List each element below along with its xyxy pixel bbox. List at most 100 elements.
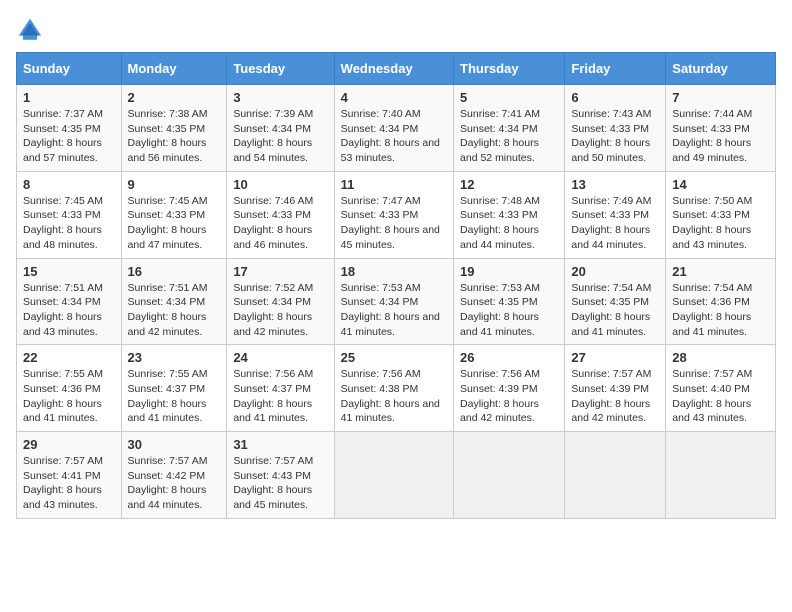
- cell-info: Sunrise: 7:56 AMSunset: 4:38 PMDaylight:…: [341, 367, 447, 426]
- cell-info: Sunrise: 7:57 AMSunset: 4:43 PMDaylight:…: [233, 454, 327, 513]
- day-number: 12: [460, 177, 558, 192]
- week-row-4: 22 Sunrise: 7:55 AMSunset: 4:36 PMDayligh…: [17, 345, 776, 432]
- day-number: 30: [128, 437, 221, 452]
- cell-info: Sunrise: 7:45 AMSunset: 4:33 PMDaylight:…: [128, 194, 221, 253]
- day-number: 3: [233, 90, 327, 105]
- calendar-cell: 4Sunrise: 7:40 AMSunset: 4:34 PMDaylight…: [334, 85, 453, 172]
- cell-info: Sunrise: 7:47 AMSunset: 4:33 PMDaylight:…: [341, 194, 447, 253]
- day-number: 13: [571, 177, 659, 192]
- cell-info: Sunrise: 7:57 AMSunset: 4:39 PMDaylight:…: [571, 367, 659, 426]
- cell-info: Sunrise: 7:55 AMSunset: 4:36 PMDaylight:…: [23, 367, 115, 426]
- day-number: 25: [341, 350, 447, 365]
- day-number: 1: [23, 90, 115, 105]
- cell-info: Sunrise: 7:56 AMSunset: 4:37 PMDaylight:…: [233, 367, 327, 426]
- day-number: 22: [23, 350, 115, 365]
- day-number: 20: [571, 264, 659, 279]
- week-row-1: 1 Sunrise: 7:37 AMSunset: 4:35 PMDaylight…: [17, 85, 776, 172]
- day-number: 7: [672, 90, 769, 105]
- calendar-cell: 11 Sunrise: 7:47 AMSunset: 4:33 PMDayligh…: [334, 171, 453, 258]
- day-number: 2: [128, 90, 221, 105]
- cell-info: Sunrise: 7:39 AMSunset: 4:34 PMDaylight:…: [233, 107, 327, 166]
- calendar-cell: 23Sunrise: 7:55 AMSunset: 4:37 PMDayligh…: [121, 345, 227, 432]
- header-day-thursday: Thursday: [454, 53, 565, 85]
- calendar-cell: 29 Sunrise: 7:57 AMSunset: 4:41 PMDayligh…: [17, 432, 122, 519]
- calendar-cell: 1 Sunrise: 7:37 AMSunset: 4:35 PMDaylight…: [17, 85, 122, 172]
- cell-info: Sunrise: 7:46 AMSunset: 4:33 PMDaylight:…: [233, 194, 327, 253]
- day-number: 8: [23, 177, 115, 192]
- header-day-sunday: Sunday: [17, 53, 122, 85]
- cell-info: Sunrise: 7:41 AMSunset: 4:34 PMDaylight:…: [460, 107, 558, 166]
- logo-icon: [16, 16, 44, 44]
- header: [16, 16, 776, 44]
- calendar-cell: 18 Sunrise: 7:53 AMSunset: 4:34 PMDayligh…: [334, 258, 453, 345]
- cell-info: Sunrise: 7:53 AMSunset: 4:34 PMDaylight:…: [341, 281, 447, 340]
- day-number: 17: [233, 264, 327, 279]
- day-number: 26: [460, 350, 558, 365]
- calendar-cell: 19 Sunrise: 7:53 AMSunset: 4:35 PMDayligh…: [454, 258, 565, 345]
- day-number: 10: [233, 177, 327, 192]
- cell-info: Sunrise: 7:53 AMSunset: 4:35 PMDaylight:…: [460, 281, 558, 340]
- cell-info: Sunrise: 7:38 AMSunset: 4:35 PMDaylight:…: [128, 107, 221, 166]
- calendar-cell: 28 Sunrise: 7:57 AMSunset: 4:40 PMDayligh…: [666, 345, 776, 432]
- header-day-friday: Friday: [565, 53, 666, 85]
- calendar-cell: 16 Sunrise: 7:51 AMSunset: 4:34 PMDayligh…: [121, 258, 227, 345]
- day-number: 29: [23, 437, 115, 452]
- calendar-cell: 13Sunrise: 7:49 AMSunset: 4:33 PMDayligh…: [565, 171, 666, 258]
- day-number: 18: [341, 264, 447, 279]
- day-number: 4: [341, 90, 447, 105]
- calendar-cell: 9 Sunrise: 7:45 AMSunset: 4:33 PMDaylight…: [121, 171, 227, 258]
- calendar-cell: 21 Sunrise: 7:54 AMSunset: 4:36 PMDayligh…: [666, 258, 776, 345]
- calendar-cell: 20 Sunrise: 7:54 AMSunset: 4:35 PMDayligh…: [565, 258, 666, 345]
- calendar-body: 1 Sunrise: 7:37 AMSunset: 4:35 PMDaylight…: [17, 85, 776, 519]
- header-day-tuesday: Tuesday: [227, 53, 334, 85]
- day-number: 11: [341, 177, 447, 192]
- cell-info: Sunrise: 7:56 AMSunset: 4:39 PMDaylight:…: [460, 367, 558, 426]
- calendar-cell: 31 Sunrise: 7:57 AMSunset: 4:43 PMDayligh…: [227, 432, 334, 519]
- cell-info: Sunrise: 7:55 AMSunset: 4:37 PMDaylight:…: [128, 367, 221, 426]
- cell-info: Sunrise: 7:52 AMSunset: 4:34 PMDaylight:…: [233, 281, 327, 340]
- day-number: 31: [233, 437, 327, 452]
- day-number: 6: [571, 90, 659, 105]
- day-number: 21: [672, 264, 769, 279]
- calendar-header: SundayMondayTuesdayWednesdayThursdayFrid…: [17, 53, 776, 85]
- calendar-cell: 15 Sunrise: 7:51 AMSunset: 4:34 PMDayligh…: [17, 258, 122, 345]
- calendar-cell: 30Sunrise: 7:57 AMSunset: 4:42 PMDayligh…: [121, 432, 227, 519]
- calendar-cell: 25 Sunrise: 7:56 AMSunset: 4:38 PMDayligh…: [334, 345, 453, 432]
- day-number: 9: [128, 177, 221, 192]
- logo: [16, 16, 48, 44]
- day-number: 14: [672, 177, 769, 192]
- calendar-cell: 3 Sunrise: 7:39 AMSunset: 4:34 PMDaylight…: [227, 85, 334, 172]
- calendar-cell: 17 Sunrise: 7:52 AMSunset: 4:34 PMDayligh…: [227, 258, 334, 345]
- cell-info: Sunrise: 7:57 AMSunset: 4:40 PMDaylight:…: [672, 367, 769, 426]
- day-number: 19: [460, 264, 558, 279]
- calendar-cell: 12 Sunrise: 7:48 AMSunset: 4:33 PMDayligh…: [454, 171, 565, 258]
- cell-info: Sunrise: 7:57 AMSunset: 4:41 PMDaylight:…: [23, 454, 115, 513]
- day-number: 24: [233, 350, 327, 365]
- day-number: 28: [672, 350, 769, 365]
- cell-info: Sunrise: 7:48 AMSunset: 4:33 PMDaylight:…: [460, 194, 558, 253]
- calendar-cell: [666, 432, 776, 519]
- cell-info: Sunrise: 7:43 AMSunset: 4:33 PMDaylight:…: [571, 107, 659, 166]
- calendar-cell: 2 Sunrise: 7:38 AMSunset: 4:35 PMDaylight…: [121, 85, 227, 172]
- cell-info: Sunrise: 7:44 AMSunset: 4:33 PMDaylight:…: [672, 107, 769, 166]
- week-row-5: 29 Sunrise: 7:57 AMSunset: 4:41 PMDayligh…: [17, 432, 776, 519]
- calendar-cell: 8Sunrise: 7:45 AMSunset: 4:33 PMDaylight…: [17, 171, 122, 258]
- day-number: 15: [23, 264, 115, 279]
- day-number: 27: [571, 350, 659, 365]
- cell-info: Sunrise: 7:51 AMSunset: 4:34 PMDaylight:…: [23, 281, 115, 340]
- week-row-2: 8 Sunrise: 7:45 AMSunset: 4:33 PMDaylight…: [17, 171, 776, 258]
- calendar-cell: [334, 432, 453, 519]
- calendar-cell: 22 Sunrise: 7:55 AMSunset: 4:36 PMDayligh…: [17, 345, 122, 432]
- cell-info: Sunrise: 7:54 AMSunset: 4:36 PMDaylight:…: [672, 281, 769, 340]
- cell-info: Sunrise: 7:54 AMSunset: 4:35 PMDaylight:…: [571, 281, 659, 340]
- calendar-cell: 6 Sunrise: 7:43 AMSunset: 4:33 PMDaylight…: [565, 85, 666, 172]
- day-number: 5: [460, 90, 558, 105]
- cell-info: Sunrise: 7:51 AMSunset: 4:34 PMDaylight:…: [128, 281, 221, 340]
- calendar-cell: 27 Sunrise: 7:57 AMSunset: 4:39 PMDayligh…: [565, 345, 666, 432]
- cell-info: Sunrise: 7:37 AMSunset: 4:35 PMDaylight:…: [23, 107, 115, 166]
- calendar-cell: 7 Sunrise: 7:44 AMSunset: 4:33 PMDaylight…: [666, 85, 776, 172]
- day-number: 16: [128, 264, 221, 279]
- week-row-3: 15 Sunrise: 7:51 AMSunset: 4:34 PMDayligh…: [17, 258, 776, 345]
- header-day-monday: Monday: [121, 53, 227, 85]
- calendar-table: SundayMondayTuesdayWednesdayThursdayFrid…: [16, 52, 776, 519]
